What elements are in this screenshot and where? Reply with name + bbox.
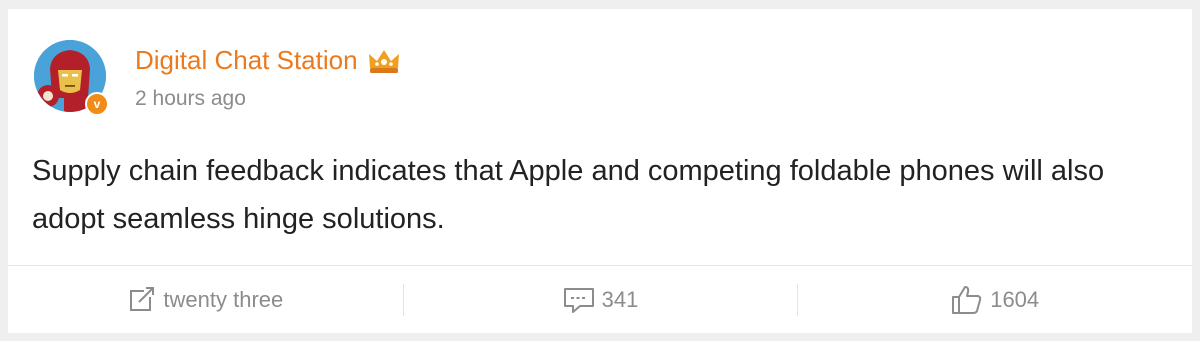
crown-icon: [368, 49, 399, 73]
like-button[interactable]: 1604: [797, 266, 1192, 333]
action-bar: twenty three 341 1604: [8, 266, 1192, 333]
like-icon: [952, 285, 982, 314]
post-text: Supply chain feedback indicates that App…: [32, 155, 1105, 235]
like-count: 1604: [990, 286, 1040, 312]
username-row: Digital Chat Station: [135, 45, 402, 76]
post-timestamp: 2 hours ago: [135, 87, 246, 110]
repost-icon: [130, 286, 155, 311]
repost-count: twenty three: [163, 286, 284, 312]
comment-icon: [563, 287, 594, 313]
comment-button[interactable]: 341: [402, 266, 798, 333]
verified-badge-icon: v: [85, 92, 109, 116]
repost-button[interactable]: twenty three: [8, 266, 403, 333]
avatar[interactable]: v: [34, 40, 109, 116]
username[interactable]: Digital Chat Station: [135, 45, 358, 76]
post-card: v Digital Chat Station 2 hours ago Suppl…: [8, 9, 1192, 333]
comment-count: 341: [601, 286, 639, 312]
